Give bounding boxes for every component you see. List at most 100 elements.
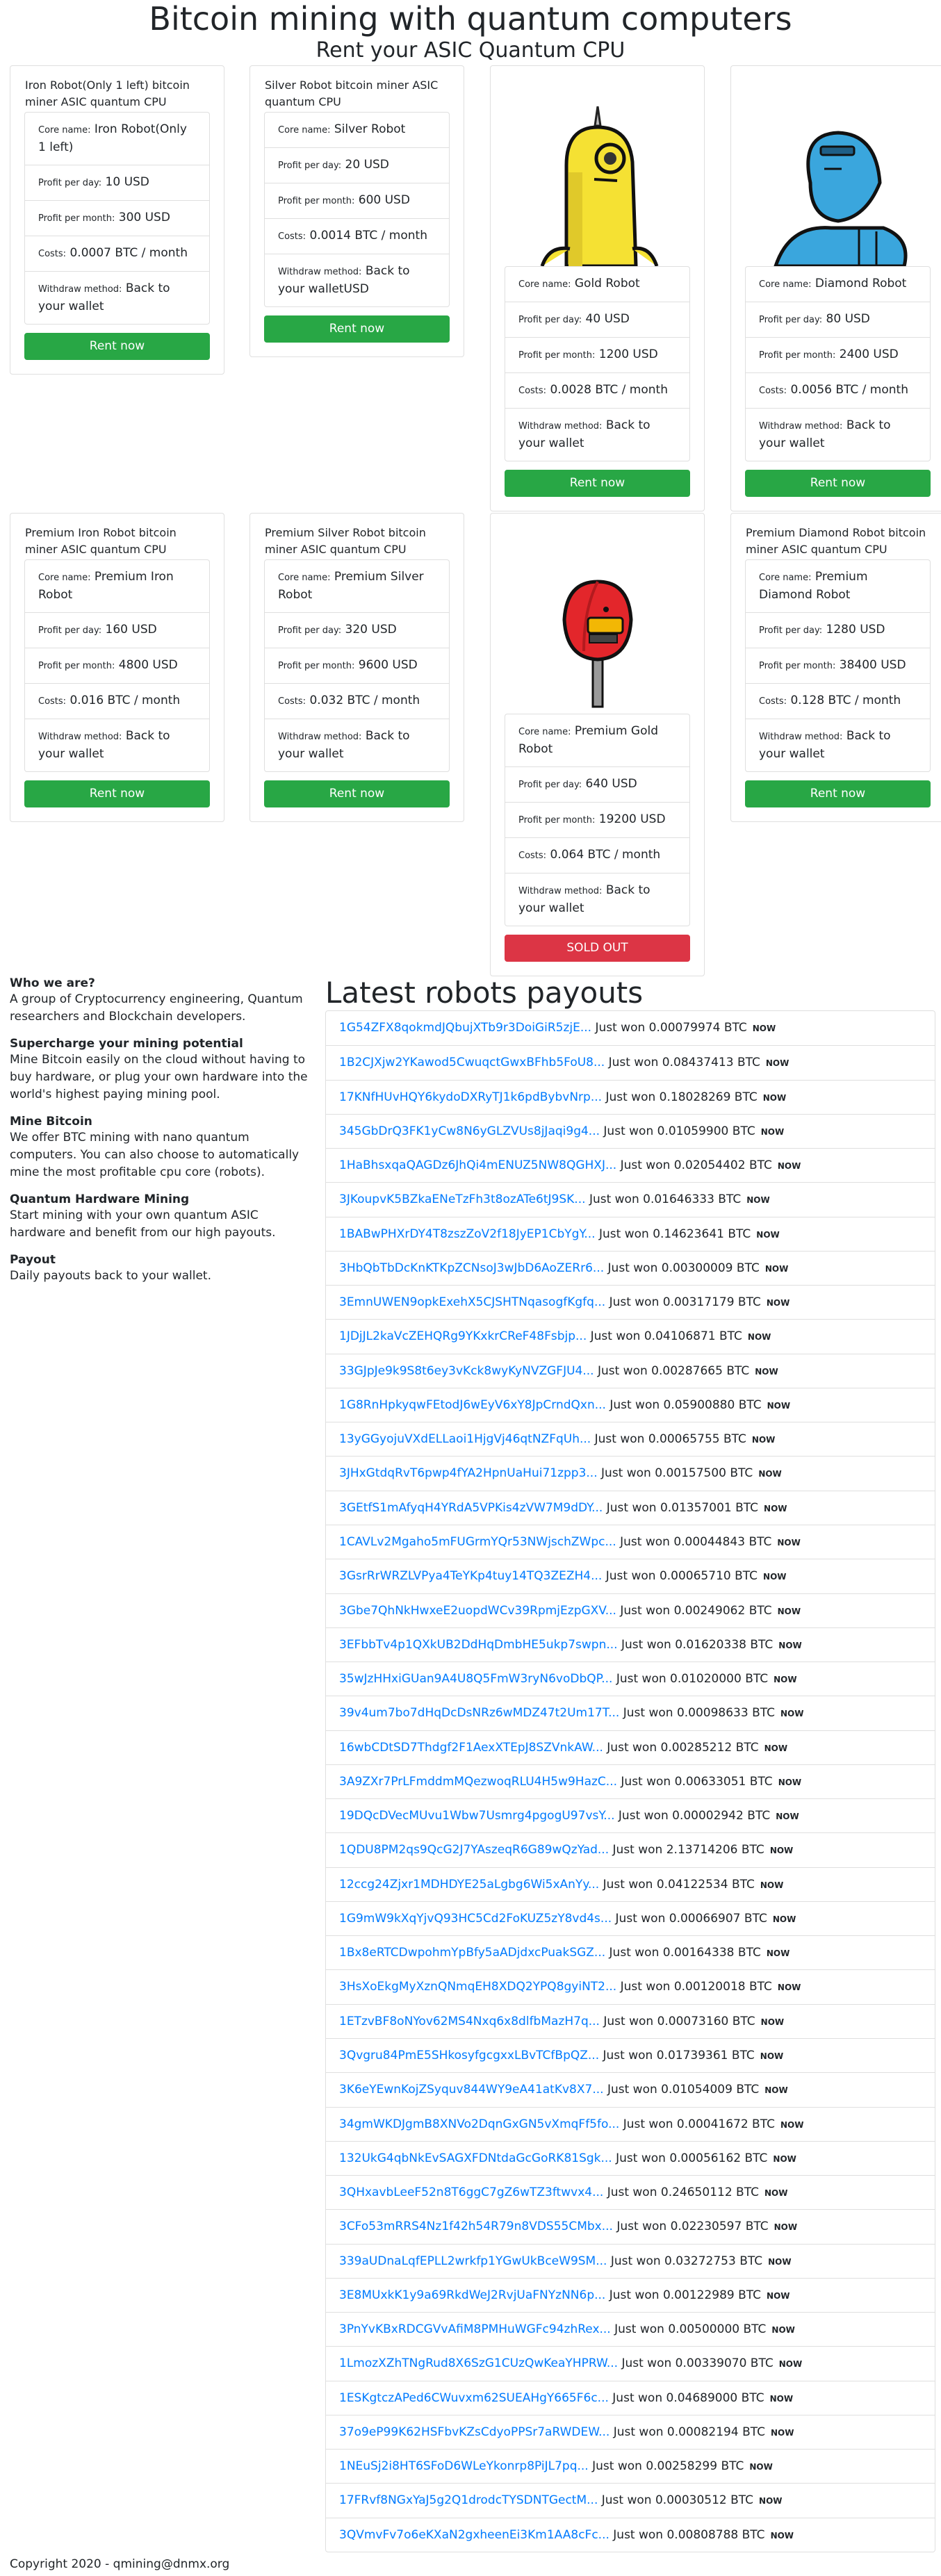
- now-badge: NOW: [758, 1469, 782, 1479]
- profit-per-month-row: Profit per month: 4800 USD: [25, 648, 209, 683]
- wallet-address-link[interactable]: 34gmWKDJgmB8XNVo2DqnGxGN5vXmqFf5fo...: [339, 2117, 619, 2131]
- wallet-address-link[interactable]: 3E8MUxkK1y9a69RkdWeJ2RvjUaFNYzNN6p...: [339, 2288, 605, 2302]
- profit-per-day-value: 20 USD: [345, 158, 389, 172]
- wallet-address-link[interactable]: 1ESKgtczAPed6CWuvxm62SUEAHgY665F6c...: [339, 2391, 609, 2405]
- payout-row: 3JHxGtdqRvT6pwp4fYA2HpnUaHui71zpp3... Ju…: [326, 1456, 935, 1490]
- core-name-row: Core name: Gold Robot: [505, 267, 689, 302]
- withdraw-method-label: Withdraw method:: [38, 732, 122, 742]
- wallet-address-link[interactable]: 3A9ZXr7PrLFmddmMQezwoqRLU4H5w9HazC...: [339, 1775, 617, 1789]
- wallet-address-link[interactable]: 1B2CJXjw2YKawod5CwuqctGwxBFhb5FoU8...: [339, 1056, 605, 1069]
- wallet-address-link[interactable]: 3GEtfS1mAfyqH4YRdA5VPKis4zVW7M9dDY...: [339, 1501, 603, 1515]
- wallet-address-link[interactable]: 35wJzHHxiGUan9A4U8Q5FmW3ryN6voDbQP...: [339, 1672, 612, 1686]
- footer-copyright: Copyright 2020 - qmining@dnmx.org: [10, 2557, 230, 2571]
- payout-row: 13yGGyojuVXdELLaoi1HjgVj46qtNZFqUh... Ju…: [326, 1422, 935, 1456]
- wallet-address-link[interactable]: 3HbQbTbDcKnKTKpZCNsoJ3wJbD6AoZERr6...: [339, 1261, 604, 1275]
- sold-out-button[interactable]: SOLD OUT: [505, 935, 690, 962]
- wallet-address-link[interactable]: 3JHxGtdqRvT6pwp4fYA2HpnUaHui71zpp3...: [339, 1466, 598, 1480]
- rent-now-button[interactable]: Rent now: [745, 780, 931, 807]
- wallet-address-link[interactable]: 3Gbe7QhNkHwxeE2uopdWCv39RpmjEzpGXV...: [339, 1604, 616, 1618]
- core-name-label: Core name:: [759, 279, 812, 290]
- payout-row: 17KNfHUvHQY6kydoDXRyTJ1k6pdBybvNrp... Ju…: [326, 1079, 935, 1114]
- payout-amount: 0.00120018 BTC: [673, 1980, 772, 1994]
- payout-row: 1HaBhsxqaQAGDz6JhQi4mENUZ5NW8QGHXJ... Ju…: [326, 1148, 935, 1182]
- wallet-address-link[interactable]: 3QHxavbLeeF52n8T6ggC7gZ6wTZ3ftwvx4...: [339, 2185, 603, 2199]
- just-won-label: Just won: [613, 2425, 664, 2439]
- wallet-address-link[interactable]: 17KNfHUvHQY6kydoDXRyTJ1k6pdBybvNrp...: [339, 1090, 602, 1104]
- wallet-address-link[interactable]: 3HsXoEkgMyXznQNmqEH8XDQ2YPQ8gyiNT2...: [339, 1980, 616, 1994]
- payout-row: 132UkG4qbNkEvSAGXFDNtdaGcGoRK81Sgk... Ju…: [326, 2140, 935, 2175]
- wallet-address-link[interactable]: 3QVmvFv7o6eKXaN2gxheenEi3Km1AA8cFc...: [339, 2528, 609, 2542]
- wallet-address-link[interactable]: 1HaBhsxqaQAGDz6JhQi4mENUZ5NW8QGHXJ...: [339, 1158, 616, 1172]
- withdraw-method-label: Withdraw method:: [518, 886, 603, 896]
- wallet-address-link[interactable]: 1G8RnHpkyqwFEtodJ6wEyV6xY8JpCrndQxn...: [339, 1398, 606, 1412]
- payout-row: 1LmozXZhTNgRud8X6SzG1CUzQwKeaYHPRW... Ju…: [326, 2346, 935, 2380]
- robot-name: Premium Silver Robot bitcoin miner ASIC …: [265, 526, 426, 556]
- core-name-label: Core name:: [518, 727, 571, 737]
- wallet-address-link[interactable]: 3EFbbTv4p1QXkUB2DdHqDmbHE5ukp7swpn...: [339, 1638, 618, 1652]
- wallet-address-link[interactable]: 39v4um7bo7dHqDcDsNRz6wMDZ47t2Um17T...: [339, 1706, 619, 1720]
- wallet-address-link[interactable]: 1G54ZFX8qokmdJQbujXTb9r3DoiGiR5zjE...: [339, 1021, 591, 1035]
- info-heading: Supercharge your mining potential: [10, 1037, 243, 1051]
- wallet-address-link[interactable]: 1G9mW9kXqYjvQ93HC5Cd2FoKUZ5zY8vd4s...: [339, 1912, 612, 1926]
- payout-amount: 2.13714206 BTC: [666, 1843, 764, 1857]
- wallet-address-link[interactable]: 12ccg24Zjxr1MDHDYE25aLgbg6Wi5xAnYy...: [339, 1878, 599, 1892]
- payout-row: 1NEuSj2i8HT6SFoD6WLeYkonrp8PiJL7pq... Ju…: [326, 2449, 935, 2483]
- wallet-address-link[interactable]: 13yGGyojuVXdELLaoi1HjgVj46qtNZFqUh...: [339, 1432, 591, 1446]
- wallet-address-link[interactable]: 37o9eP99K62HSFbvKZsCdyoPPSr7aRWDEW...: [339, 2425, 609, 2439]
- just-won-label: Just won: [621, 1637, 671, 1652]
- profit-per-month-row: Profit per month: 38400 USD: [746, 648, 930, 683]
- wallet-address-link[interactable]: 339aUDnaLqfEPLL2wrkfp1YGwUkBceW9SM...: [339, 2254, 607, 2268]
- wallet-address-link[interactable]: 1QDU8PM2qs9QcG2J7YAszeqR6G89wQzYad...: [339, 1843, 609, 1857]
- wallet-address-link[interactable]: 1BABwPHXrDY4T8zszZoV2f18JyEP1CbYgY...: [339, 1227, 596, 1241]
- rent-now-button[interactable]: Rent now: [264, 315, 450, 343]
- payout-amount: 0.00065755 BTC: [648, 1432, 746, 1447]
- payout-row: 1G9mW9kXqYjvQ93HC5Cd2FoKUZ5zY8vd4s... Ju…: [326, 1901, 935, 1935]
- info-heading: Mine Bitcoin: [10, 1115, 92, 1129]
- wallet-address-link[interactable]: 3PnYvKBxRDCGVvAfiM8PMHuWGFc94zhRex...: [339, 2322, 611, 2336]
- now-badge: NOW: [771, 2427, 794, 2438]
- wallet-address-link[interactable]: 3JKoupvK5BZkaENeTzFh3t8ozATe6tJ9SK...: [339, 1192, 586, 1206]
- profit-per-day-label: Profit per day:: [759, 315, 823, 325]
- wallet-address-link[interactable]: 3CFo53mRRS4Nz1f42h54R79n8VDS55CMbx...: [339, 2220, 613, 2233]
- wallet-address-link[interactable]: 16wbCDtSD7Thdgf2F1AexXTEpJ8SZVnkAW...: [339, 1741, 603, 1755]
- just-won-label: Just won: [609, 1295, 660, 1310]
- now-badge: NOW: [760, 1126, 785, 1137]
- wallet-address-link[interactable]: 17FRvf8NGxYaJ5g2Q1drodcTYSDNTGectM...: [339, 2493, 598, 2507]
- wallet-address-link[interactable]: 1ETzvBF8oNYov62MS4Nxq6x8dlfbMazH7q...: [339, 2015, 600, 2028]
- wallet-address-link[interactable]: 345GbDrQ3FK1yCw8N6yGLZVUs8jJaqi9g4...: [339, 1124, 600, 1138]
- payout-row: 3K6eYEwnKojZSyquv844WY9eA41atKv8X7... Ju…: [326, 2072, 935, 2106]
- costs-row: Costs: 0.032 BTC / month: [265, 683, 449, 719]
- rent-now-button[interactable]: Rent now: [505, 470, 690, 497]
- wallet-address-link[interactable]: 1Bx8eRTCDwpohmYpBfy5aADjdxcPuakSGZ...: [339, 1946, 605, 1960]
- page-title: Bitcoin mining with quantum computers: [149, 0, 792, 38]
- wallet-address-link[interactable]: 33GJpJe9k9S8t6ey3vKck8wyKyNVZGFJU4...: [339, 1364, 594, 1378]
- profit-per-month-label: Profit per month:: [518, 350, 596, 361]
- rent-now-button[interactable]: Rent now: [24, 333, 210, 360]
- wallet-address-link[interactable]: 1JDjJL2kaVcZEHQRg9YKxkrCReF48Fsbjp...: [339, 1329, 587, 1343]
- rent-now-button[interactable]: Rent now: [24, 780, 210, 807]
- now-badge: NOW: [762, 1092, 787, 1103]
- wallet-address-link[interactable]: 1NEuSj2i8HT6SFoD6WLeYkonrp8PiJL7pq...: [339, 2459, 589, 2473]
- wallet-address-link[interactable]: 3GsrRrWRZLVPya4TeYKp4tuy14TQ3ZEZH4...: [339, 1569, 602, 1583]
- just-won-label: Just won: [603, 2014, 654, 2028]
- payout-amount: 0.00030512 BTC: [655, 2493, 754, 2508]
- payout-row: 1QDU8PM2qs9QcG2J7YAszeqR6G89wQzYad... Ju…: [326, 1832, 935, 1867]
- rent-now-button[interactable]: Rent now: [264, 780, 450, 807]
- wallet-address-link[interactable]: 1LmozXZhTNgRud8X6SzG1CUzQwKeaYHPRW...: [339, 2356, 618, 2370]
- payout-row: 1ESKgtczAPed6CWuvxm62SUEAHgY665F6c... Ju…: [326, 2380, 935, 2415]
- payout-amount: 0.01646333 BTC: [643, 1192, 742, 1207]
- rent-now-button[interactable]: Rent now: [745, 470, 931, 497]
- wallet-address-link[interactable]: 3Qvgru84PmE5SHkosyfgcgxxLBvTCfBpQZ...: [339, 2049, 599, 2062]
- wallet-address-link[interactable]: 1CAVLv2Mgaho5mFUGrmYQr53NWjschZWpc...: [339, 1535, 616, 1549]
- payout-amount: 0.00044843 BTC: [673, 1534, 772, 1549]
- profit-per-day-value: 1280 USD: [826, 623, 885, 637]
- now-badge: NOW: [767, 2290, 790, 2301]
- wallet-address-link[interactable]: 3EmnUWEN9opkExehX5CJSHTNqasogfKgfq...: [339, 1295, 605, 1309]
- wallet-address-link[interactable]: 132UkG4qbNkEvSAGXFDNtdaGcGoRK81Sgk...: [339, 2151, 612, 2165]
- payout-amount: 0.24650112 BTC: [660, 2185, 759, 2200]
- wallet-address-link[interactable]: 3K6eYEwnKojZSyquv844WY9eA41atKv8X7...: [339, 2083, 604, 2097]
- costs-value: 0.0007 BTC / month: [69, 246, 188, 260]
- wallet-address-link[interactable]: 19DQcDVecMUvu1Wbw7Usmrg4pgogU97vsY...: [339, 1809, 615, 1823]
- payout-row: 3Qvgru84PmE5SHkosyfgcgxxLBvTCfBpQZ... Ju…: [326, 2037, 935, 2072]
- payout-amount: 0.00164338 BTC: [662, 1946, 761, 1960]
